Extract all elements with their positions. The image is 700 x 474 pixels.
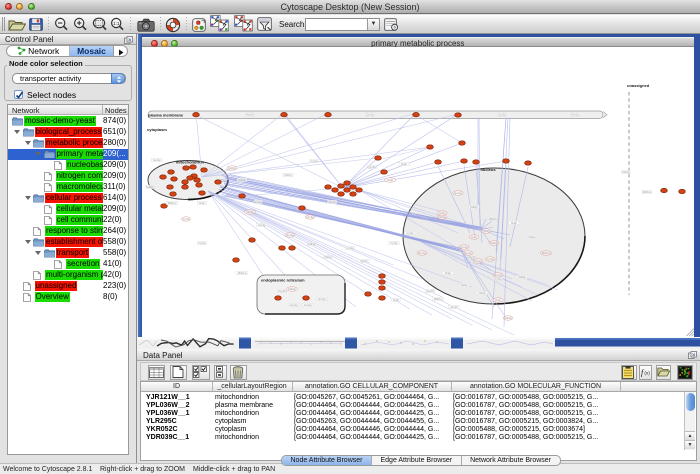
svg-text:endoplasmic reticulum: endoplasmic reticulum: [261, 278, 305, 283]
svg-text:Gxx1p: Gxx1p: [304, 303, 313, 307]
svg-text:Sdh2p: Sdh2p: [518, 275, 527, 279]
svg-text:Cyt1p: Cyt1p: [182, 217, 190, 221]
svg-text:Sdh2p: Sdh2p: [470, 205, 479, 209]
svg-text:Ndi1p: Ndi1p: [478, 291, 486, 295]
svg-text:Ndi1p: Ndi1p: [482, 229, 490, 233]
svg-text:Mdh1p: Mdh1p: [490, 217, 499, 221]
svg-text:Cyt1p: Cyt1p: [310, 159, 318, 163]
svg-text:Gxx1p: Gxx1p: [254, 200, 263, 204]
svg-text:Ndi1p: Ndi1p: [528, 235, 536, 239]
svg-text:Gxx1p: Gxx1p: [494, 273, 503, 277]
svg-text:Cyt1p: Cyt1p: [346, 246, 354, 250]
svg-text:Cyt1p: Cyt1p: [486, 257, 494, 261]
svg-text:(x): (x): [644, 371, 650, 376]
svg-text:Sdh2p: Sdh2p: [504, 316, 513, 320]
svg-text:Mdh1p: Mdh1p: [434, 297, 443, 301]
svg-text:plasma membrane: plasma membrane: [148, 112, 184, 117]
svg-text:Ndi1p: Ndi1p: [622, 170, 630, 174]
svg-text:Qcr2p: Qcr2p: [366, 113, 374, 117]
svg-text:Cyt1p: Cyt1p: [390, 241, 398, 245]
svg-text:Sdh2p: Sdh2p: [288, 287, 297, 291]
svg-text:Mdh1p: Mdh1p: [643, 190, 652, 194]
svg-text:Atp16: Atp16: [450, 305, 458, 309]
svg-text:Mdh1p: Mdh1p: [168, 201, 177, 205]
svg-text:Gxx1p: Gxx1p: [418, 251, 427, 255]
svg-text:Ndi1p: Ndi1p: [324, 255, 332, 259]
svg-text:Ilv2p: Ilv2p: [495, 298, 501, 302]
svg-text:Cyt1p: Cyt1p: [494, 277, 502, 281]
svg-text:Ndi1p: Ndi1p: [460, 283, 468, 287]
svg-text:Gxx1p: Gxx1p: [464, 251, 473, 255]
svg-text:Ilv2p: Ilv2p: [401, 162, 407, 166]
svg-text:Sdh2p: Sdh2p: [490, 241, 499, 245]
svg-text:Sdh2p: Sdh2p: [238, 178, 247, 182]
svg-text:Atp16: Atp16: [278, 289, 286, 293]
svg-text:Ilv2p: Ilv2p: [445, 271, 451, 275]
svg-text:Ilv2p: Ilv2p: [511, 221, 517, 225]
svg-text:Gxx1p: Gxx1p: [153, 158, 162, 162]
svg-text:Gxx1p: Gxx1p: [286, 233, 295, 237]
svg-text:Atp16: Atp16: [246, 113, 254, 117]
svg-text:Qcr2p: Qcr2p: [460, 245, 468, 249]
svg-text:cytoplasm: cytoplasm: [147, 127, 167, 132]
svg-text:Qcr2p: Qcr2p: [368, 165, 376, 169]
svg-text:Ndi1p: Ndi1p: [284, 173, 292, 177]
svg-text:Gxx1p: Gxx1p: [454, 191, 463, 195]
svg-text:1:1: 1:1: [113, 21, 120, 26]
svg-text:Atp16: Atp16: [426, 289, 434, 293]
svg-text:Ilv2p: Ilv2p: [199, 201, 205, 205]
svg-text:unassigned: unassigned: [627, 83, 650, 88]
svg-text:Cyt1p: Cyt1p: [474, 259, 482, 263]
svg-text:Sdh2p: Sdh2p: [146, 185, 155, 189]
svg-text:Ndi1p: Ndi1p: [228, 166, 236, 170]
svg-text:nucleus: nucleus: [480, 167, 496, 172]
svg-text:Gxx1p: Gxx1p: [290, 303, 299, 307]
svg-text:Ilv2p: Ilv2p: [393, 298, 399, 302]
svg-text:Gxx1p: Gxx1p: [258, 223, 267, 227]
svg-text:Ndi1p: Ndi1p: [360, 259, 368, 263]
svg-text:Atp16: Atp16: [328, 200, 336, 204]
svg-text:Ilv2p: Ilv2p: [471, 235, 477, 239]
svg-text:Ilv2p: Ilv2p: [387, 178, 393, 182]
svg-text:Gxx1p: Gxx1p: [318, 297, 327, 301]
svg-text:Gxx1p: Gxx1p: [571, 113, 580, 117]
svg-text:Ilv2p: Ilv2p: [439, 211, 445, 215]
svg-text:Cyt1p: Cyt1p: [198, 241, 206, 245]
svg-text:Sdh2p: Sdh2p: [308, 242, 317, 246]
svg-text:Mdh1p: Mdh1p: [542, 251, 551, 255]
svg-text:Qcr2p: Qcr2p: [498, 113, 506, 117]
svg-text:Qcr2p: Qcr2p: [306, 215, 314, 219]
svg-text:Ndi1p: Ndi1p: [438, 215, 446, 219]
svg-text:Ndi1p: Ndi1p: [246, 210, 254, 214]
svg-text:Mdh1p: Mdh1p: [238, 271, 247, 275]
svg-text:Cyt1p: Cyt1p: [406, 231, 414, 235]
